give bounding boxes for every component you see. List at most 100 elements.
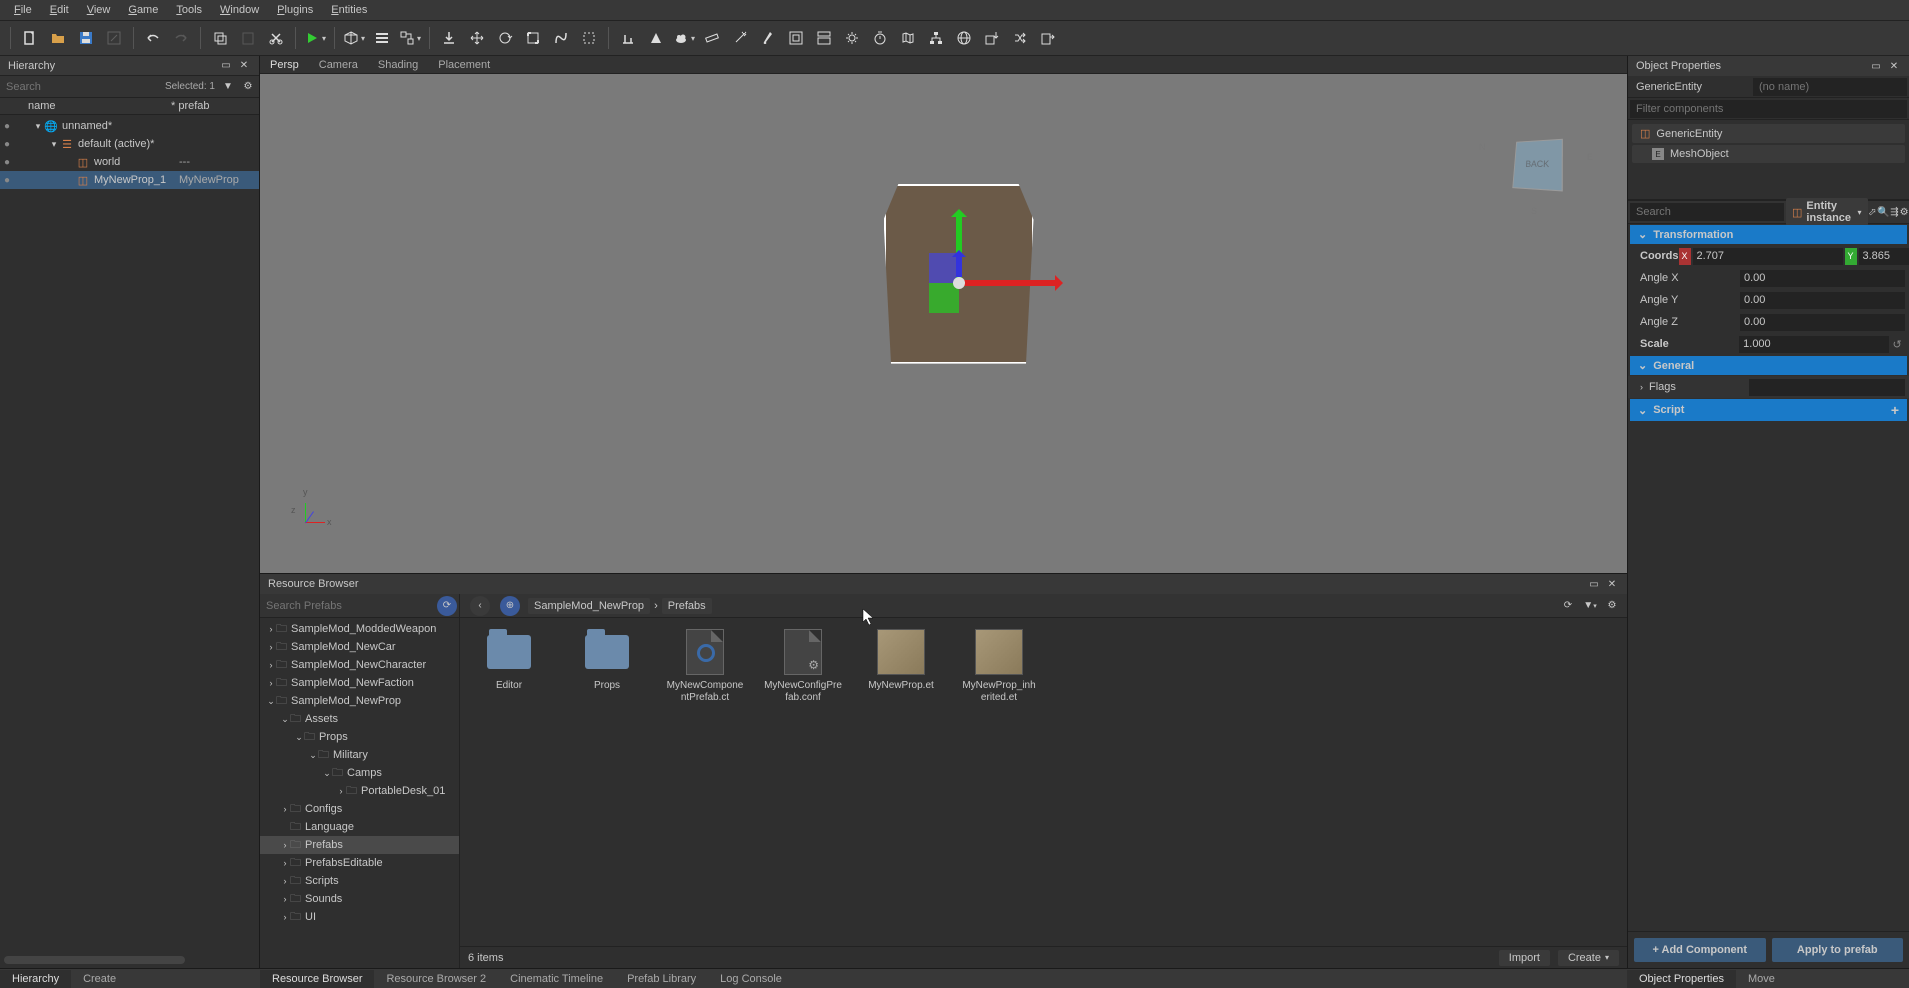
timer-button[interactable]	[867, 25, 893, 51]
paste-button[interactable]	[235, 25, 261, 51]
apply-to-prefab-button[interactable]: Apply to prefab	[1772, 938, 1904, 962]
entity-instance-dropdown[interactable]: ◫ Entity instance ▾	[1786, 198, 1868, 226]
resource-item[interactable]: MyNewProp_inherited.et	[960, 628, 1038, 704]
scale-tool-button[interactable]	[520, 25, 546, 51]
coords-x-input[interactable]	[1693, 248, 1843, 265]
close-icon[interactable]: ✕	[237, 59, 251, 73]
scrollbar[interactable]	[4, 956, 185, 964]
resource-search-input[interactable]	[260, 596, 435, 616]
menu-entities[interactable]: Entities	[323, 1, 375, 19]
tab-persp[interactable]: Persp	[270, 59, 299, 71]
resource-item[interactable]: Props	[568, 628, 646, 704]
move-tool-button[interactable]	[464, 25, 490, 51]
gizmo-z-axis[interactable]	[956, 253, 962, 277]
ground-button[interactable]	[436, 25, 462, 51]
import-button[interactable]: Import	[1499, 950, 1550, 966]
resource-tree-row[interactable]: ›🗀Prefabs	[260, 836, 459, 854]
list-button[interactable]	[369, 25, 395, 51]
section-general[interactable]: ⌄General	[1630, 356, 1907, 375]
tab-camera[interactable]: Camera	[319, 59, 358, 71]
prop-mesh[interactable]	[884, 184, 1034, 364]
forward-icon[interactable]: ⊕	[500, 596, 520, 616]
menu-tools[interactable]: Tools	[168, 1, 210, 19]
filter-icon[interactable]: ▼	[221, 80, 235, 94]
flags-input[interactable]	[1749, 379, 1905, 396]
filter-icon[interactable]: ▼▾	[1583, 599, 1597, 613]
resource-item[interactable]: ⚙MyNewConfigPrefab.conf	[764, 628, 842, 704]
resource-tree-row[interactable]: ⌄🗀SampleMod_NewProp	[260, 692, 459, 710]
gear-button[interactable]	[839, 25, 865, 51]
group-button[interactable]: ▾	[397, 25, 423, 51]
add-component-button[interactable]: + Add Component	[1634, 938, 1766, 962]
hierarchy-row[interactable]: ●▾🌐unnamed*	[0, 117, 259, 135]
menu-edit[interactable]: Edit	[42, 1, 77, 19]
search-icon[interactable]: 🔍	[1877, 205, 1889, 219]
gizmo-origin[interactable]	[953, 277, 965, 289]
minimize-icon[interactable]: ▭	[1869, 59, 1883, 73]
menu-file[interactable]: File	[6, 1, 40, 19]
tab-resource-browser[interactable]: Resource Browser	[260, 970, 374, 988]
resource-tree-row[interactable]: ›🗀UI	[260, 908, 459, 926]
angle-z-input[interactable]	[1740, 314, 1905, 331]
shuffle-button[interactable]	[1007, 25, 1033, 51]
add-script-icon[interactable]: +	[1891, 402, 1899, 418]
resource-tree-row[interactable]: ⌄🗀Camps	[260, 764, 459, 782]
import-button[interactable]	[979, 25, 1005, 51]
hierarchy-search-input[interactable]	[4, 79, 159, 95]
open-file-button[interactable]	[45, 25, 71, 51]
play-button[interactable]: ▾	[302, 25, 328, 51]
resource-tree-row[interactable]: ⌄🗀Military	[260, 746, 459, 764]
coords-y-input[interactable]	[1859, 248, 1909, 265]
reset-scale-icon[interactable]: ↺	[1889, 338, 1905, 351]
tab-placement[interactable]: Placement	[438, 59, 490, 71]
scale-input[interactable]	[1739, 336, 1889, 353]
globe-button[interactable]	[951, 25, 977, 51]
minimize-icon[interactable]: ▭	[1587, 577, 1601, 591]
angle-y-input[interactable]	[1740, 292, 1905, 309]
open-icon[interactable]: ⬀	[1868, 205, 1878, 219]
tab-create[interactable]: Create	[71, 970, 128, 988]
resource-tree-row[interactable]: ›🗀Scripts	[260, 872, 459, 890]
map-button[interactable]	[895, 25, 921, 51]
hierarchy-button[interactable]	[923, 25, 949, 51]
resource-tree-row[interactable]: ›🗀PrefabsEditable	[260, 854, 459, 872]
tree-icon[interactable]: ⇶	[1890, 205, 1900, 219]
create-button[interactable]: Create▾	[1558, 950, 1619, 966]
resource-tree-row[interactable]: ›🗀SampleMod_NewFaction	[260, 674, 459, 692]
resource-tree-row[interactable]: ›🗀PortableDesk_01	[260, 782, 459, 800]
gear-icon[interactable]: ⚙	[1899, 205, 1909, 219]
hierarchy-row[interactable]: ●◫MyNewProp_1MyNewProp	[0, 171, 259, 189]
gizmo-x-axis[interactable]	[959, 280, 1059, 286]
new-file-button[interactable]	[17, 25, 43, 51]
resource-tree-row[interactable]: ›🗀Configs	[260, 800, 459, 818]
minimize-icon[interactable]: ▭	[219, 59, 233, 73]
tab-resource-browser-2[interactable]: Resource Browser 2	[374, 970, 498, 988]
tab-shading[interactable]: Shading	[378, 59, 418, 71]
tab-cinematic-timeline[interactable]: Cinematic Timeline	[498, 970, 615, 988]
breadcrumb-segment[interactable]: SampleMod_NewProp	[528, 598, 650, 614]
wand-button[interactable]	[727, 25, 753, 51]
export-button[interactable]	[1035, 25, 1061, 51]
undo-button[interactable]	[140, 25, 166, 51]
breadcrumb-segment[interactable]: Prefabs	[662, 598, 712, 614]
copy-button[interactable]	[207, 25, 233, 51]
gear-icon[interactable]: ⚙	[1605, 599, 1619, 613]
ruler-button[interactable]	[699, 25, 725, 51]
resource-item[interactable]: MyNewProp.et	[862, 628, 940, 704]
refresh-icon[interactable]: ⟳	[1561, 599, 1575, 613]
flags-label[interactable]: Flags	[1649, 381, 1749, 393]
close-icon[interactable]: ✕	[1887, 59, 1901, 73]
filter-components-input[interactable]	[1630, 100, 1907, 118]
tab-move[interactable]: Move	[1736, 970, 1787, 988]
menu-plugins[interactable]: Plugins	[269, 1, 321, 19]
layout-button[interactable]	[811, 25, 837, 51]
resource-tree-row[interactable]: ›🗀Sounds	[260, 890, 459, 908]
hierarchy-row[interactable]: ●▾☰default (active)*	[0, 135, 259, 153]
column-name[interactable]: name	[8, 100, 171, 112]
redo-button[interactable]	[168, 25, 194, 51]
menu-window[interactable]: Window	[212, 1, 267, 19]
resource-tree-row[interactable]: ›🗀SampleMod_NewCharacter	[260, 656, 459, 674]
cube-button[interactable]: ▾	[341, 25, 367, 51]
tab-prefab-library[interactable]: Prefab Library	[615, 970, 708, 988]
frame-button[interactable]	[783, 25, 809, 51]
